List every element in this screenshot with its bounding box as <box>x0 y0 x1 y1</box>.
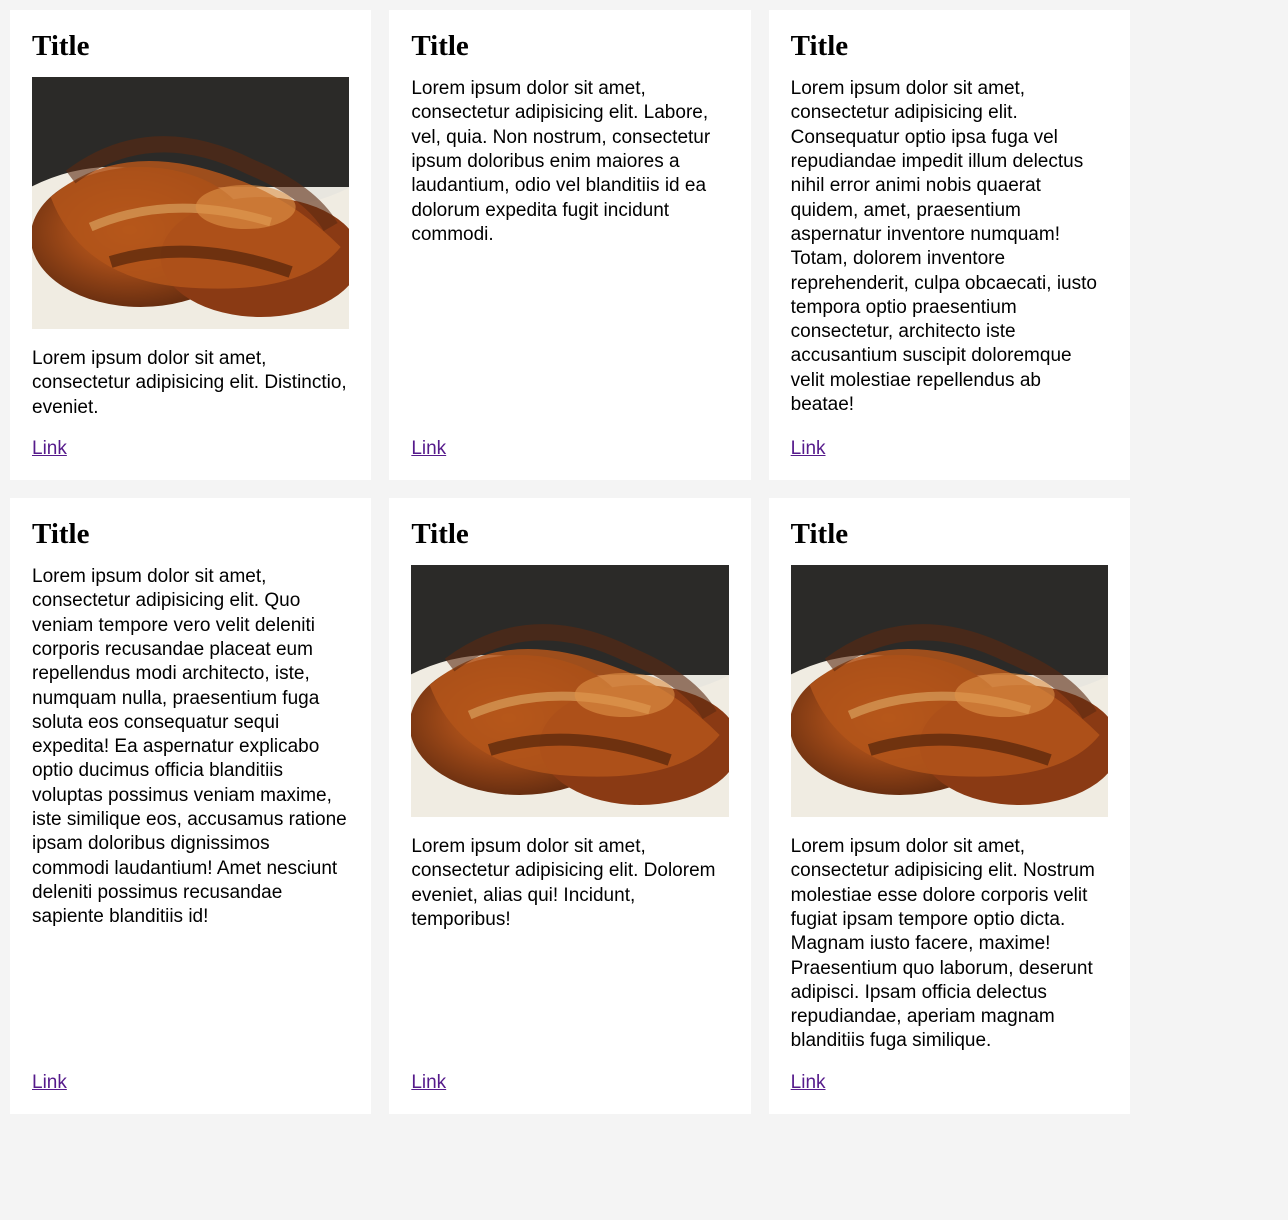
card-text: Lorem ipsum dolor sit amet, consectetur … <box>791 77 1108 420</box>
card-link[interactable]: Link <box>411 1072 446 1094</box>
bacon-image <box>791 565 1108 817</box>
bacon-image <box>411 565 728 817</box>
card-text: Lorem ipsum dolor sit amet, consectetur … <box>411 77 728 420</box>
card-text: Lorem ipsum dolor sit amet, consectetur … <box>32 347 349 420</box>
card: Title <box>389 498 750 1114</box>
bacon-image <box>32 77 349 329</box>
card-title: Title <box>411 30 728 63</box>
card: Title <box>769 498 1130 1114</box>
card: Title Lorem ipsum dolor sit amet, consec… <box>10 498 371 1114</box>
card-title: Title <box>32 30 349 63</box>
card-text: Lorem ipsum dolor sit amet, consectetur … <box>411 835 728 1054</box>
card-link[interactable]: Link <box>32 1072 67 1094</box>
card-title: Title <box>791 518 1108 551</box>
card: Title <box>10 10 371 480</box>
card: Title Lorem ipsum dolor sit amet, consec… <box>389 10 750 480</box>
card-title: Title <box>411 518 728 551</box>
card-text: Lorem ipsum dolor sit amet, consectetur … <box>791 835 1108 1054</box>
card-link[interactable]: Link <box>791 438 826 460</box>
card-title: Title <box>32 518 349 551</box>
card-grid: Title <box>10 10 1130 1114</box>
card-link[interactable]: Link <box>411 438 446 460</box>
card: Title Lorem ipsum dolor sit amet, consec… <box>769 10 1130 480</box>
card-link[interactable]: Link <box>791 1072 826 1094</box>
card-text: Lorem ipsum dolor sit amet, consectetur … <box>32 565 349 1054</box>
card-title: Title <box>791 30 1108 63</box>
card-link[interactable]: Link <box>32 438 67 460</box>
